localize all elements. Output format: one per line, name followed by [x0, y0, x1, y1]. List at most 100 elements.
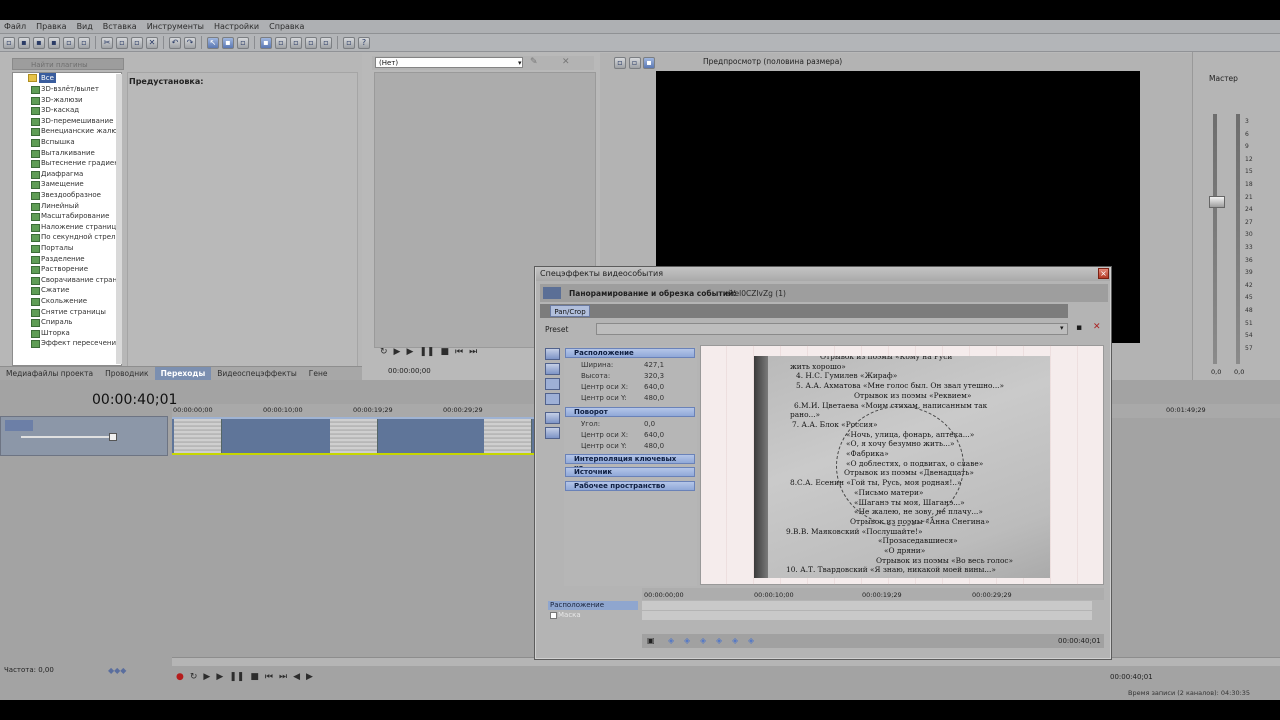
kf-lane-mask[interactable] [642, 611, 1092, 620]
tree-item[interactable]: 3D-жалюзи [31, 95, 83, 105]
tree-item[interactable]: Порталы [30, 243, 73, 253]
section-keyframe-interpolation[interactable]: Интерполяция ключевых ка... [565, 454, 695, 472]
level-slider[interactable] [21, 436, 117, 438]
play-from-start-icon[interactable]: ▶ [203, 672, 210, 682]
tree-item[interactable]: Замещение [31, 179, 84, 190]
go-to-end-icon[interactable]: ⏭ [279, 672, 287, 682]
auto-ripple-icon[interactable]: ▫ [275, 36, 287, 49]
save-preset-icon[interactable]: ▪ [1076, 323, 1082, 333]
new-icon[interactable]: ▫ [3, 36, 15, 49]
tree-item[interactable]: Выталкивание [31, 148, 95, 158]
tree-item[interactable]: Наложение страниц [30, 222, 116, 232]
property-value[interactable]: 480,0 [644, 393, 664, 404]
marker-icon[interactable]: ▫ [343, 36, 355, 49]
plugin-search-input[interactable]: Найти плагины [12, 58, 124, 70]
crop-frame-ellipse[interactable] [836, 406, 964, 526]
chevron-down-icon[interactable]: ▾ [1060, 324, 1064, 332]
next-keyframe-icon[interactable]: ◈ [732, 637, 741, 645]
tab-transitions[interactable]: Переходы [154, 367, 212, 380]
menu-help[interactable]: Справка [269, 22, 304, 31]
kf-track-position[interactable]: Расположение [548, 601, 638, 610]
project-props-icon[interactable]: ▫ [614, 57, 626, 69]
go-to-start-icon[interactable]: ⏮ [265, 672, 273, 682]
add-keyframe-icon[interactable]: ◈ [700, 637, 709, 645]
pause-icon[interactable]: ❚❚ [419, 347, 434, 357]
property-row[interactable]: Высота: 320,3 [565, 371, 695, 382]
render-icon[interactable]: ▪ [48, 36, 60, 49]
tree-item[interactable]: Разделение [31, 254, 85, 264]
delete-icon[interactable]: ✕ [146, 36, 158, 49]
external-monitor-icon[interactable]: ▫ [628, 57, 641, 69]
stop-icon[interactable]: ■ [440, 347, 449, 357]
next-frame-icon[interactable]: ⏭ [469, 347, 477, 357]
help-icon[interactable]: ? [358, 36, 370, 49]
property-value[interactable]: 0,0 [644, 419, 655, 430]
lock-envelopes-icon[interactable]: ▫ [305, 36, 317, 49]
tab-generators[interactable]: Гене [303, 367, 334, 380]
play-icon[interactable]: ▶ [216, 672, 223, 682]
show-properties-icon[interactable] [545, 363, 560, 375]
ignore-grouping-icon[interactable]: ▫ [320, 36, 332, 49]
video-event[interactable] [172, 417, 534, 455]
section-source[interactable]: Источник [565, 467, 695, 477]
tree-item[interactable]: Скольжение [30, 296, 87, 306]
tree-item[interactable]: Диафрагма [30, 169, 83, 179]
tree-item[interactable]: Эффект пересечения [30, 338, 120, 349]
property-row[interactable]: Угол: 0,0 [565, 419, 695, 430]
tree-item[interactable]: Вспышка [31, 137, 75, 147]
tab-explorer[interactable]: Проводник [99, 367, 155, 380]
save-icon[interactable]: ▪ [33, 36, 45, 49]
record-icon[interactable]: ● [176, 672, 184, 682]
stop-icon[interactable]: ■ [250, 672, 259, 682]
tree-item[interactable]: Вытеснение градиентом [30, 158, 121, 169]
tree-item[interactable]: Снятие страницы [31, 307, 106, 317]
delete-preset-icon[interactable]: ✕ [1093, 322, 1101, 332]
tab-video-fx[interactable]: Видеоспецэффекты [211, 367, 303, 380]
maintain-aspect-icon[interactable] [545, 412, 560, 424]
preview-quality-label[interactable]: Предпросмотр (половина размера) [703, 57, 842, 66]
envelope-tool-icon[interactable]: ▪ [222, 36, 234, 49]
rate-icon[interactable]: ◆◆◆ [108, 666, 126, 675]
menu-edit[interactable]: Правка [36, 22, 66, 31]
kf-lane-position[interactable] [642, 601, 1092, 610]
section-workspace[interactable]: Рабочее пространство [565, 481, 695, 491]
chain-tab-pancrop[interactable]: Pan/Crop [550, 305, 590, 317]
property-value[interactable]: 640,0 [644, 382, 664, 393]
video-track-header[interactable] [0, 416, 168, 456]
kf-track-mask[interactable]: Маска [548, 611, 638, 620]
prev-keyframe-icon[interactable]: ◈ [684, 637, 693, 645]
menu-insert[interactable]: Вставка [103, 22, 137, 31]
menu-settings[interactable]: Настройки [214, 22, 259, 31]
mask-checkbox[interactable] [550, 612, 557, 619]
tree-item[interactable]: 3D-перемешивание [30, 116, 113, 126]
auto-crossfade-icon[interactable]: ▫ [290, 36, 302, 49]
level-slider-thumb[interactable] [109, 433, 117, 441]
properties-icon[interactable]: ▫ [63, 36, 75, 49]
tab-project-media[interactable]: Медиафайлы проекта [0, 367, 99, 380]
open-icon[interactable]: ▪ [18, 36, 30, 49]
trimmer-select[interactable]: (Нет) [375, 57, 523, 68]
snap-icon[interactable]: ▪ [260, 36, 272, 49]
property-row[interactable]: Ширина: 427,1 [565, 360, 695, 371]
tree-item[interactable]: Сжатие [30, 285, 69, 296]
explorer-icon[interactable]: ▫ [78, 36, 90, 49]
close-icon[interactable]: ✕ [562, 57, 570, 67]
loop-icon[interactable]: ↻ [190, 672, 198, 682]
copy-icon[interactable]: ▫ [116, 36, 128, 49]
property-row[interactable]: Центр оси Y: 480,0 [565, 441, 695, 452]
property-value[interactable]: 640,0 [644, 430, 664, 441]
pause-icon[interactable]: ❚❚ [229, 672, 244, 682]
tree-item[interactable]: Спираль [30, 317, 72, 328]
section-position[interactable]: Расположение [565, 348, 695, 358]
tree-item[interactable]: Сворачивание страницы [31, 275, 121, 285]
redo-icon[interactable]: ↷ [184, 36, 196, 49]
zoom-icon[interactable] [545, 378, 560, 390]
menu-tools[interactable]: Инструменты [147, 22, 204, 31]
fx-icon[interactable]: ✎ [530, 57, 538, 67]
tree-item[interactable]: Линейный [31, 201, 79, 211]
property-value[interactable]: 427,1 [644, 360, 664, 371]
cut-icon[interactable]: ✂ [101, 36, 113, 49]
property-row[interactable]: Центр оси Y: 480,0 [565, 393, 695, 404]
selection-tool-icon[interactable]: ▫ [237, 36, 249, 49]
tree-item[interactable]: По секундной стрелке [30, 232, 121, 243]
